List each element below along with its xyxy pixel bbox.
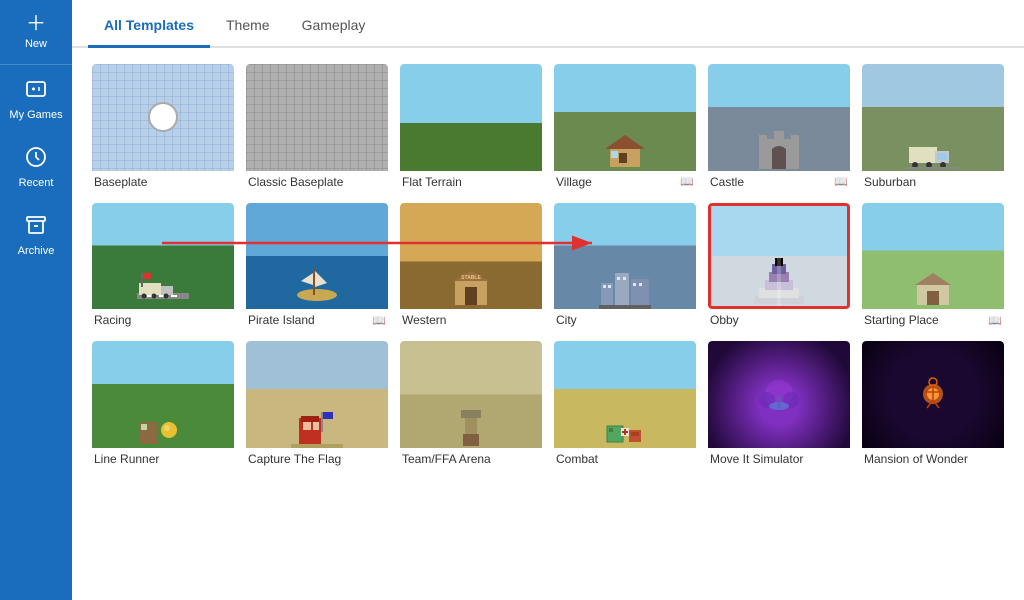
thumb-flat-terrain [400,64,542,171]
label-mansion-of-wonder: Mansion of Wonder [864,452,968,466]
card-village[interactable]: Village 📖 [554,64,696,191]
thumb-classic-baseplate [246,64,388,171]
thumb-team-ffa-arena [400,341,542,448]
sidebar-mygames-label: My Games [9,109,62,121]
label-move-it-simulator: Move It Simulator [710,452,803,466]
thumb-castle [708,64,850,171]
pirate-book-icon: 📖 [372,314,386,327]
card-line-runner[interactable]: Line Runner [92,341,234,468]
tab-gameplay[interactable]: Gameplay [286,5,382,48]
card-western[interactable]: STABLE Western [400,203,542,330]
thumb-mansion-of-wonder [862,341,1004,448]
card-flat-terrain[interactable]: Flat Terrain [400,64,542,191]
card-team-ffa-arena[interactable]: Team/FFA Arena [400,341,542,468]
thumb-racing [92,203,234,310]
thumb-baseplate [92,64,234,171]
thumb-line-runner [92,341,234,448]
sidebar: ＋ New My Games Recent [0,0,72,600]
label-obby: Obby [710,313,739,327]
thumb-village [554,64,696,171]
card-classic-baseplate[interactable]: Classic Baseplate [246,64,388,191]
label-western: Western [402,313,446,327]
card-obby[interactable]: Obby [708,203,850,330]
sidebar-item-archive[interactable]: Archive [0,201,72,269]
sidebar-recent-label: Recent [19,177,54,189]
archive-icon [24,213,48,241]
label-racing: Racing [94,313,131,327]
thumb-city [554,203,696,310]
card-racing[interactable]: Racing [92,203,234,330]
plus-icon: ＋ [26,14,46,34]
card-mansion-of-wonder[interactable]: Mansion of Wonder [862,341,1004,468]
thumb-move-it-simulator [708,341,850,448]
starting-book-icon: 📖 [988,314,1002,327]
sidebar-item-recent[interactable]: Recent [0,133,72,201]
label-classic-baseplate: Classic Baseplate [248,175,343,189]
label-city: City [556,313,577,327]
village-book-icon: 📖 [680,175,694,188]
card-baseplate[interactable]: Baseplate [92,64,234,191]
label-starting-place: Starting Place [864,313,939,327]
thumb-suburban [862,64,1004,171]
label-pirate-island: Pirate Island [248,313,315,327]
card-city[interactable]: City [554,203,696,330]
tab-all-templates[interactable]: All Templates [88,5,210,48]
thumb-western: STABLE [400,203,542,310]
main-content: All Templates Theme Gameplay [72,0,1024,600]
thumb-capture-the-flag [246,341,388,448]
sidebar-item-new[interactable]: ＋ New [0,0,72,65]
thumb-starting-place [862,203,1004,310]
tabs-bar: All Templates Theme Gameplay [72,0,1024,48]
label-line-runner: Line Runner [94,452,159,466]
label-combat: Combat [556,452,598,466]
svg-text:STABLE: STABLE [461,275,481,281]
games-icon [24,77,48,105]
castle-book-icon: 📖 [834,175,848,188]
thumb-pirate-island [246,203,388,310]
tab-theme[interactable]: Theme [210,5,286,48]
card-castle[interactable]: Castle 📖 [708,64,850,191]
sidebar-archive-label: Archive [18,245,55,257]
recent-icon [24,145,48,173]
card-suburban[interactable]: Suburban [862,64,1004,191]
label-village: Village [556,175,592,189]
thumb-combat [554,341,696,448]
label-baseplate: Baseplate [94,175,147,189]
sidebar-item-mygames[interactable]: My Games [0,65,72,133]
label-flat-terrain: Flat Terrain [402,175,462,189]
label-capture-the-flag: Capture The Flag [248,452,341,466]
label-castle: Castle [710,175,744,189]
label-suburban: Suburban [864,175,916,189]
thumb-obby [708,203,850,310]
templates-grid-area: Baseplate Classic Baseplate [72,48,1024,600]
templates-grid: Baseplate Classic Baseplate [92,64,1004,468]
card-starting-place[interactable]: Starting Place 📖 [862,203,1004,330]
sidebar-new-label: New [25,38,47,50]
card-move-it-simulator[interactable]: Move It Simulator [708,341,850,468]
label-team-ffa-arena: Team/FFA Arena [402,452,491,466]
baseplate-circle [148,102,178,132]
card-capture-the-flag[interactable]: Capture The Flag [246,341,388,468]
card-combat[interactable]: Combat [554,341,696,468]
card-pirate-island[interactable]: Pirate Island 📖 [246,203,388,330]
